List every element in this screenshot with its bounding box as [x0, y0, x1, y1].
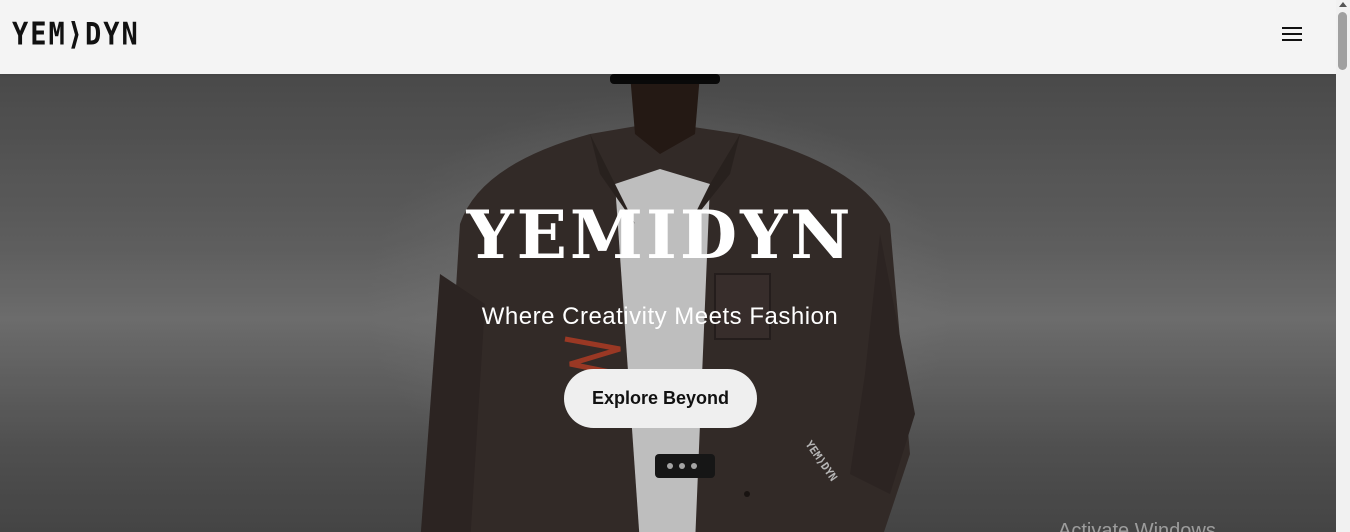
hamburger-menu-button[interactable]	[1278, 22, 1306, 46]
explore-beyond-button[interactable]: Explore Beyond	[564, 369, 757, 428]
scroll-up-arrow-icon[interactable]	[1339, 2, 1347, 7]
page: YEM⟩DYN YEM⟩DYN YEMIDYN Where Creativity…	[0, 0, 1350, 532]
hero-subtitle: Where Creativity Meets Fashion	[481, 303, 839, 330]
hamburger-menu-icon	[1282, 27, 1302, 41]
page-scrollbar[interactable]	[1336, 0, 1350, 532]
brand-logo[interactable]: YEM⟩DYN	[12, 11, 140, 57]
site-header: YEM⟩DYN	[0, 0, 1336, 74]
scrollbar-thumb[interactable]	[1338, 12, 1347, 70]
activate-windows-watermark: Activate Windows	[1058, 520, 1216, 532]
hero-title: YEMIDYN	[466, 196, 854, 274]
brand-logo-text: YEM⟩DYN	[12, 16, 140, 52]
